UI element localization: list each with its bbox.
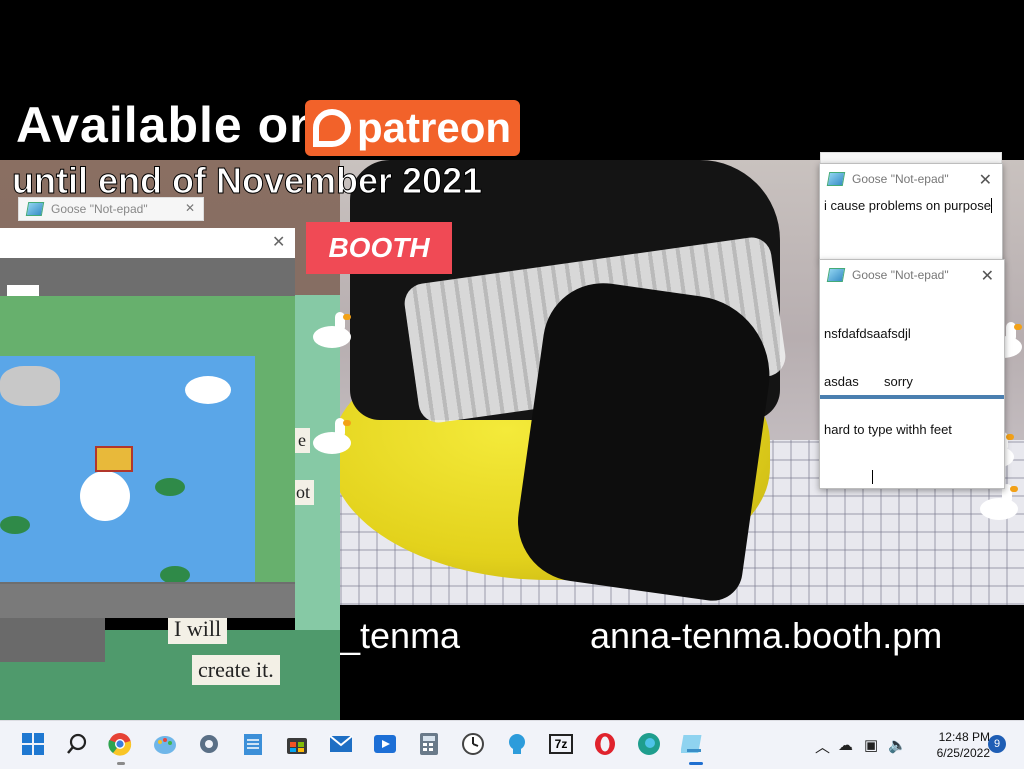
- chevron-up-icon[interactable]: ︿: [815, 736, 830, 757]
- running-indicator: [117, 762, 125, 765]
- goose-notepad-window[interactable]: Goose "Not-epad" ✕ i cause problems on p…: [819, 163, 1003, 261]
- tips-icon[interactable]: [504, 731, 530, 757]
- mail-icon[interactable]: [328, 731, 354, 757]
- notepad-text: i cause problems on purpose: [824, 198, 991, 213]
- notepad-titlebar[interactable]: Goose "Not-epad" ✕: [820, 164, 1002, 194]
- patreon-p-icon: [313, 109, 351, 147]
- active-indicator: [689, 762, 703, 765]
- opera-icon[interactable]: [592, 731, 618, 757]
- close-icon[interactable]: ✕: [185, 201, 195, 215]
- lily-pad: [155, 478, 185, 496]
- notepad-line: nsfdafdsaafsdjl: [824, 326, 911, 341]
- notepad-icon[interactable]: [240, 731, 266, 757]
- close-icon[interactable]: ✕: [981, 266, 994, 286]
- windows-start-icon[interactable]: [20, 731, 46, 757]
- goose-notepad-icon[interactable]: [680, 731, 706, 757]
- chrome-icon[interactable]: [107, 731, 133, 757]
- edge-icon[interactable]: [636, 731, 662, 757]
- notepad-titlebar[interactable]: Goose "Not-epad" ✕: [820, 260, 1004, 290]
- clock-icon[interactable]: [460, 731, 486, 757]
- notepad-icon: [826, 172, 846, 186]
- paint-icon[interactable]: [152, 731, 178, 757]
- note-create-it: create it.: [192, 655, 280, 685]
- goose-notepad-window-2[interactable]: Goose "Not-epad" ✕ nsfdafdsaafsdjl asdas…: [819, 259, 1005, 489]
- text-caret: [872, 470, 873, 484]
- patreon-brand: patreon: [357, 104, 512, 151]
- king-goose-sprite: [80, 471, 130, 521]
- media-player-icon[interactable]: [372, 731, 398, 757]
- store-icon[interactable]: [284, 731, 310, 757]
- booth-label: BOOTH: [328, 232, 430, 263]
- booth-badge: BOOTH: [306, 222, 452, 274]
- notepad-text-area[interactable]: nsfdafdsaafsdjl asdas sorry hard to type…: [820, 290, 1004, 484]
- 7zip-label: 7z: [549, 734, 573, 754]
- grass-edge: [255, 356, 295, 582]
- notepad-icon: [25, 202, 45, 216]
- calculator-icon[interactable]: [416, 731, 442, 757]
- clock-date: 6/25/2022: [936, 746, 990, 760]
- goose-sprite: [305, 418, 353, 458]
- close-icon[interactable]: ✕: [272, 232, 285, 252]
- crown-icon: [95, 446, 133, 472]
- goose-sprite: [305, 312, 353, 352]
- volume-icon[interactable]: 🔈: [888, 736, 907, 754]
- ghost-title: Goose "Not-epad": [51, 202, 148, 216]
- game-window-bottom: [0, 584, 295, 618]
- promo-right: anna-tenma.booth.pm: [590, 615, 943, 656]
- leg-shape: [510, 275, 780, 605]
- note-i-will: I will: [168, 614, 228, 644]
- taskbar: 7z ︿ ☁ ▣ 🔈 12:48 PM 6/25/2022 9: [0, 720, 1024, 769]
- until-line: until end of November 2021: [11, 160, 483, 202]
- promo-left: _tenma: [340, 615, 461, 656]
- goose-sprite: [185, 376, 231, 404]
- search-icon[interactable]: [64, 731, 90, 757]
- network-icon[interactable]: ▣: [864, 736, 878, 754]
- game-window-titlebar[interactable]: [0, 228, 295, 258]
- ghost-notepad-titlebar: Goose "Not-epad" ✕: [18, 197, 204, 221]
- cloud-offline-icon[interactable]: ☁: [838, 736, 853, 754]
- notepad-line: hard to type withh feet: [824, 422, 952, 437]
- lily-pad: [0, 516, 30, 534]
- notepad-icon: [826, 268, 846, 282]
- notepad-text-area[interactable]: i cause problems on purpose: [820, 194, 1002, 218]
- grass-area: [0, 296, 295, 356]
- notification-badge[interactable]: 9: [988, 735, 1006, 753]
- system-clock[interactable]: 12:48 PM 6/25/2022: [910, 729, 990, 761]
- notepad-title: Goose "Not-epad": [852, 268, 949, 282]
- rock: [0, 366, 60, 406]
- notepad-title: Goose "Not-epad": [852, 172, 949, 186]
- lily-pad: [160, 566, 190, 582]
- note-fragment-2: ot: [292, 480, 315, 505]
- game-window-shadow: [0, 618, 105, 662]
- patreon-line: Available on: [16, 97, 321, 153]
- goose-game-scene[interactable]: [0, 296, 295, 582]
- settings-icon[interactable]: [196, 731, 222, 757]
- window-divider: [820, 395, 1004, 399]
- 7zip-icon[interactable]: 7z: [548, 731, 574, 757]
- patreon-logo: patreon: [305, 100, 520, 156]
- notepad-line: asdas sorry: [824, 374, 913, 389]
- close-icon[interactable]: ✕: [979, 170, 992, 190]
- clock-time: 12:48 PM: [938, 730, 990, 744]
